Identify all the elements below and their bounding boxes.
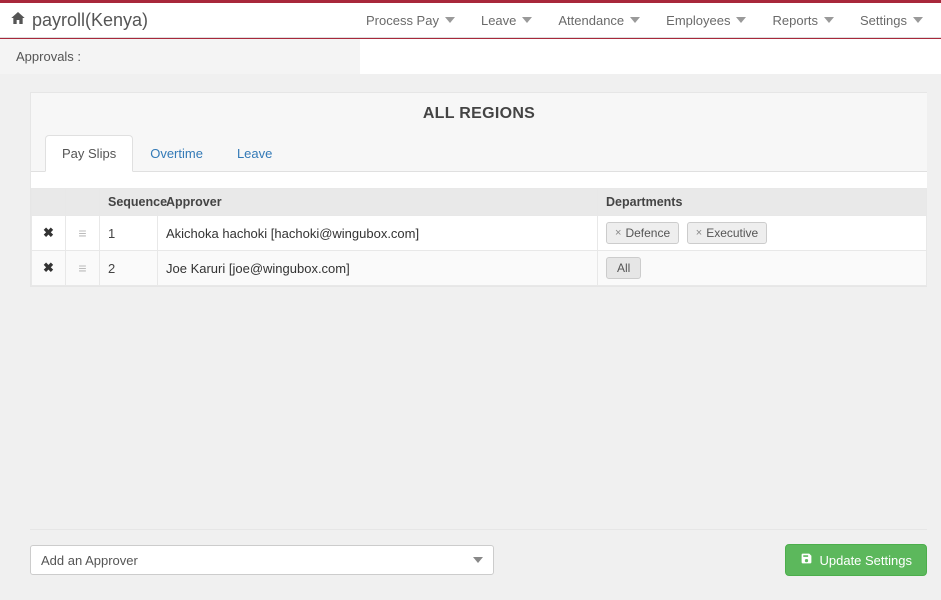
sequence-input[interactable]	[108, 226, 148, 241]
menu-label: Process Pay	[366, 13, 439, 28]
menu-label: Settings	[860, 13, 907, 28]
tag-label: Defence	[625, 226, 670, 240]
approvers-table-wrap: Sequence Approver Departments ✖ ≡ Akicho…	[31, 172, 927, 286]
tab-leave[interactable]: Leave	[220, 135, 289, 171]
col-approver: Approver	[158, 189, 598, 216]
departments-all-badge: All	[606, 257, 641, 279]
home-icon	[10, 10, 26, 31]
dropdown-label: Add an Approver	[41, 553, 138, 568]
menu-reports[interactable]: Reports	[772, 13, 834, 28]
departments-cell: All	[598, 251, 927, 286]
add-approver-dropdown[interactable]: Add an Approver	[30, 545, 494, 575]
departments-cell: × Defence × Executive	[598, 216, 927, 251]
menu-leave[interactable]: Leave	[481, 13, 532, 28]
tab-label: Pay Slips	[62, 146, 116, 161]
col-delete	[32, 189, 66, 216]
department-tag[interactable]: × Executive	[687, 222, 767, 244]
tab-label: Leave	[237, 146, 272, 161]
breadcrumb-text: Approvals :	[16, 49, 81, 64]
menu-settings[interactable]: Settings	[860, 13, 923, 28]
col-departments: Departments	[598, 189, 927, 216]
col-sequence: Sequence	[100, 189, 158, 216]
col-handle	[66, 189, 100, 216]
caret-down-icon	[522, 13, 532, 28]
footer-bar: Add an Approver Update Settings	[30, 529, 927, 576]
button-label: Update Settings	[819, 553, 912, 568]
breadcrumb: Approvals :	[0, 39, 360, 74]
menu-label: Employees	[666, 13, 730, 28]
tabs: Pay Slips Overtime Leave	[31, 135, 927, 172]
caret-down-icon	[824, 13, 834, 28]
department-tag[interactable]: × Defence	[606, 222, 679, 244]
delete-row-button[interactable]: ✖	[40, 225, 57, 241]
remove-tag-icon[interactable]: ×	[615, 227, 621, 239]
menu-attendance[interactable]: Attendance	[558, 13, 640, 28]
tab-label: Overtime	[150, 146, 203, 161]
table-row: ✖ ≡ Akichoka hachoki [hachoki@wingubox.c…	[32, 216, 927, 251]
menu-employees[interactable]: Employees	[666, 13, 746, 28]
approver-cell: Akichoka hachoki [hachoki@wingubox.com]	[158, 216, 598, 251]
page-body: ALL REGIONS Pay Slips Overtime Leave	[0, 74, 941, 600]
approvers-table: Sequence Approver Departments ✖ ≡ Akicho…	[31, 188, 927, 286]
save-icon	[800, 552, 813, 568]
approvals-panel: ALL REGIONS Pay Slips Overtime Leave	[30, 92, 927, 287]
caret-down-icon	[736, 13, 746, 28]
app-title: payroll(Kenya)	[32, 10, 148, 31]
menu-process-pay[interactable]: Process Pay	[366, 13, 455, 28]
main-menu: Process Pay Leave Attendance Employees R…	[366, 13, 931, 28]
remove-tag-icon[interactable]: ×	[696, 227, 702, 239]
caret-down-icon	[473, 553, 483, 568]
approver-cell: Joe Karuri [joe@wingubox.com]	[158, 251, 598, 286]
tab-pay-slips[interactable]: Pay Slips	[45, 135, 133, 172]
menu-label: Leave	[481, 13, 516, 28]
sequence-input[interactable]	[108, 261, 148, 276]
caret-down-icon	[445, 13, 455, 28]
table-row: ✖ ≡ Joe Karuri [joe@wingubox.com] All	[32, 251, 927, 286]
menu-label: Attendance	[558, 13, 624, 28]
tag-label: Executive	[706, 226, 758, 240]
caret-down-icon	[913, 13, 923, 28]
table-header-row: Sequence Approver Departments	[32, 189, 927, 216]
menu-label: Reports	[772, 13, 818, 28]
panel-title: ALL REGIONS	[31, 93, 927, 135]
drag-handle-icon[interactable]: ≡	[74, 229, 91, 237]
update-settings-button[interactable]: Update Settings	[785, 544, 927, 576]
drag-handle-icon[interactable]: ≡	[74, 264, 91, 272]
delete-row-button[interactable]: ✖	[40, 260, 57, 276]
caret-down-icon	[630, 13, 640, 28]
brand[interactable]: payroll(Kenya)	[10, 10, 148, 31]
tab-overtime[interactable]: Overtime	[133, 135, 220, 171]
top-navbar: payroll(Kenya) Process Pay Leave Attenda…	[0, 0, 941, 38]
